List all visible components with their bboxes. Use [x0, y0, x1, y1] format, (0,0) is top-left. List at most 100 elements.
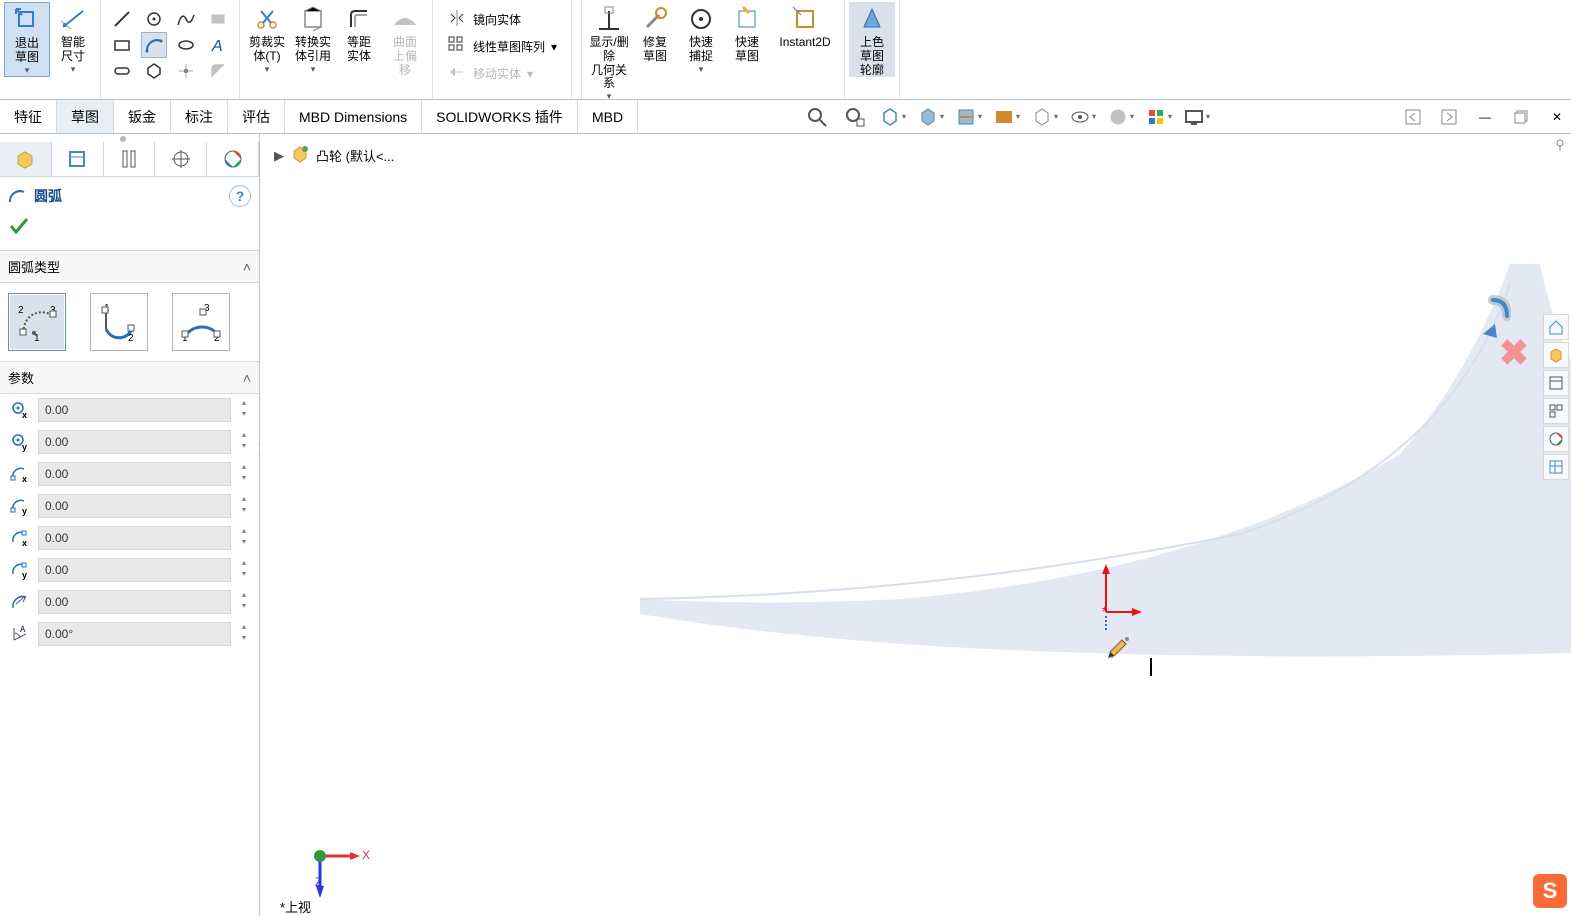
linear-pattern-button[interactable]: 线性草图阵列 ▾ [441, 33, 563, 60]
tab-mbd[interactable]: MBD [578, 100, 638, 133]
arc-tool[interactable] [141, 32, 167, 58]
rapid-sketch-button[interactable]: 快速 草图 [724, 2, 770, 102]
tab-evaluate[interactable]: 评估 [228, 100, 285, 133]
sogou-ime-badge[interactable]: S [1533, 874, 1567, 908]
taskpane-home[interactable] [1543, 314, 1569, 340]
window-next-button[interactable] [1435, 103, 1463, 131]
scene-button[interactable] [993, 103, 1021, 131]
instant2d-button[interactable]: Instant2D [770, 2, 840, 102]
ellipse-tool[interactable] [173, 32, 199, 58]
arc-type-centerpoint[interactable]: 231 [8, 293, 66, 351]
command-tabs: 特征 草图 钣金 标注 评估 MBD Dimensions SOLIDWORKS… [0, 100, 1571, 134]
offset-entities-button[interactable]: 等距 实体 [336, 2, 382, 77]
rectangle-tool[interactable] [109, 32, 135, 58]
confirm-button[interactable] [8, 226, 30, 240]
reference-triad[interactable]: X Z [300, 826, 370, 906]
trim-entities-button[interactable]: 剪裁实 体(T) ▾ [244, 2, 290, 77]
slot-tool[interactable] [109, 58, 135, 84]
dropdown-caret[interactable]: ▾ [71, 64, 76, 75]
tab-sketch[interactable]: 草图 [57, 100, 114, 133]
taskpane-custom-props[interactable] [1543, 454, 1569, 480]
cx-input[interactable] [38, 398, 231, 422]
sx-input[interactable] [38, 462, 231, 486]
mgr-tab-dimxpert[interactable] [155, 142, 207, 176]
quick-snap-button[interactable]: 快速 捕捉 ▾ [678, 2, 724, 102]
cx-spinner[interactable]: ▴▾ [237, 399, 251, 421]
dropdown-caret[interactable]: ▾ [311, 64, 316, 75]
repair-sketch-button[interactable]: 修复 草图 [632, 2, 678, 102]
pattern-icon [447, 35, 467, 58]
exit-sketch-button[interactable]: 退出 草图 ▾ [4, 2, 50, 77]
zoom-fit-button[interactable] [803, 103, 831, 131]
taskpane-view-palette[interactable] [1543, 398, 1569, 424]
smart-dimension-icon [58, 4, 88, 34]
dismiss-x-button[interactable]: ✖ [1499, 332, 1529, 374]
point-tool[interactable] [173, 58, 199, 84]
taskpane-resources[interactable] [1543, 342, 1569, 368]
arc-type-3point[interactable]: 123 [172, 293, 230, 351]
pm-help-button[interactable]: ? [229, 185, 251, 207]
screen-capture-button[interactable] [1183, 103, 1211, 131]
mgr-tab-feature[interactable] [0, 142, 52, 176]
text-tool[interactable]: A [205, 32, 231, 58]
radius-input[interactable] [38, 590, 231, 614]
arc-type-tangent[interactable]: 12 [90, 293, 148, 351]
taskpane-design-lib[interactable] [1543, 370, 1569, 396]
window-min-button[interactable]: — [1471, 103, 1499, 131]
spline-tool[interactable] [173, 6, 199, 32]
arc-type-header[interactable]: 圆弧类型 ˄ [0, 250, 259, 283]
arc-icon [8, 187, 26, 205]
cy-spinner[interactable]: ▴▾ [237, 431, 251, 453]
flyout-pin-button[interactable] [1553, 138, 1567, 152]
cy-input[interactable] [38, 430, 231, 454]
zoom-area-button[interactable] [841, 103, 869, 131]
tab-mbd-dimensions[interactable]: MBD Dimensions [285, 100, 422, 133]
tab-annotate[interactable]: 标注 [171, 100, 228, 133]
angle-spinner[interactable]: ▴▾ [237, 623, 251, 645]
convert-entities-button[interactable]: 转换实 体引用 ▾ [290, 2, 336, 77]
polygon-tool[interactable] [141, 58, 167, 84]
section-view-button[interactable] [955, 103, 983, 131]
sy-input[interactable] [38, 494, 231, 518]
hide-show-button[interactable] [1031, 103, 1059, 131]
dropdown-caret[interactable]: ▾ [699, 64, 704, 75]
graphics-viewport[interactable]: ▶ 凸轮 (默认<... * ✖ [260, 134, 1571, 916]
show-relations-button[interactable]: 显示/删除 几何关系 ▾ [586, 2, 632, 102]
taskpane-appearances[interactable] [1543, 426, 1569, 452]
mgr-tab-property[interactable] [52, 142, 104, 176]
circle-tool[interactable] [141, 6, 167, 32]
visibility-button[interactable] [1069, 103, 1097, 131]
dropdown-caret[interactable]: ▾ [551, 40, 557, 54]
window-restore-button[interactable] [1507, 103, 1535, 131]
sx-spinner[interactable]: ▴▾ [237, 463, 251, 485]
angle-input[interactable] [38, 622, 231, 646]
mirror-entities-button[interactable]: 镜向实体 [441, 6, 527, 33]
collapse-caret[interactable]: ˄ [243, 259, 251, 275]
shade-contour-button[interactable]: 上色 草图 轮廓 [849, 2, 895, 77]
breadcrumb-expand[interactable]: ▶ [274, 148, 284, 164]
render-button[interactable] [1145, 103, 1173, 131]
mgr-tab-config[interactable] [104, 142, 156, 176]
ex-input[interactable] [38, 526, 231, 550]
smart-dimension-button[interactable]: 智能 尺寸 ▾ [50, 2, 96, 77]
line-tool[interactable] [109, 6, 135, 32]
dropdown-caret[interactable]: ▾ [265, 64, 270, 75]
sy-spinner[interactable]: ▴▾ [237, 495, 251, 517]
view-orientation-button[interactable] [879, 103, 907, 131]
radius-spinner[interactable]: ▴▾ [237, 591, 251, 613]
mgr-tab-appearance[interactable] [207, 142, 259, 176]
breadcrumb-part-name[interactable]: 凸轮 (默认<... [316, 146, 394, 165]
tab-sheetmetal[interactable]: 钣金 [114, 100, 171, 133]
tab-sw-addins[interactable]: SOLIDWORKS 插件 [422, 100, 578, 133]
tab-feature[interactable]: 特征 [0, 100, 57, 133]
dropdown-caret[interactable]: ▾ [25, 65, 30, 76]
params-header[interactable]: 参数 ˄ [0, 361, 259, 394]
display-style-button[interactable] [917, 103, 945, 131]
ey-icon: y [8, 558, 32, 582]
ex-spinner[interactable]: ▴▾ [237, 527, 251, 549]
collapse-caret[interactable]: ˄ [243, 370, 251, 386]
window-prev-button[interactable] [1399, 103, 1427, 131]
ey-input[interactable] [38, 558, 231, 582]
window-close-button[interactable]: ✕ [1543, 103, 1571, 131]
ey-spinner[interactable]: ▴▾ [237, 559, 251, 581]
